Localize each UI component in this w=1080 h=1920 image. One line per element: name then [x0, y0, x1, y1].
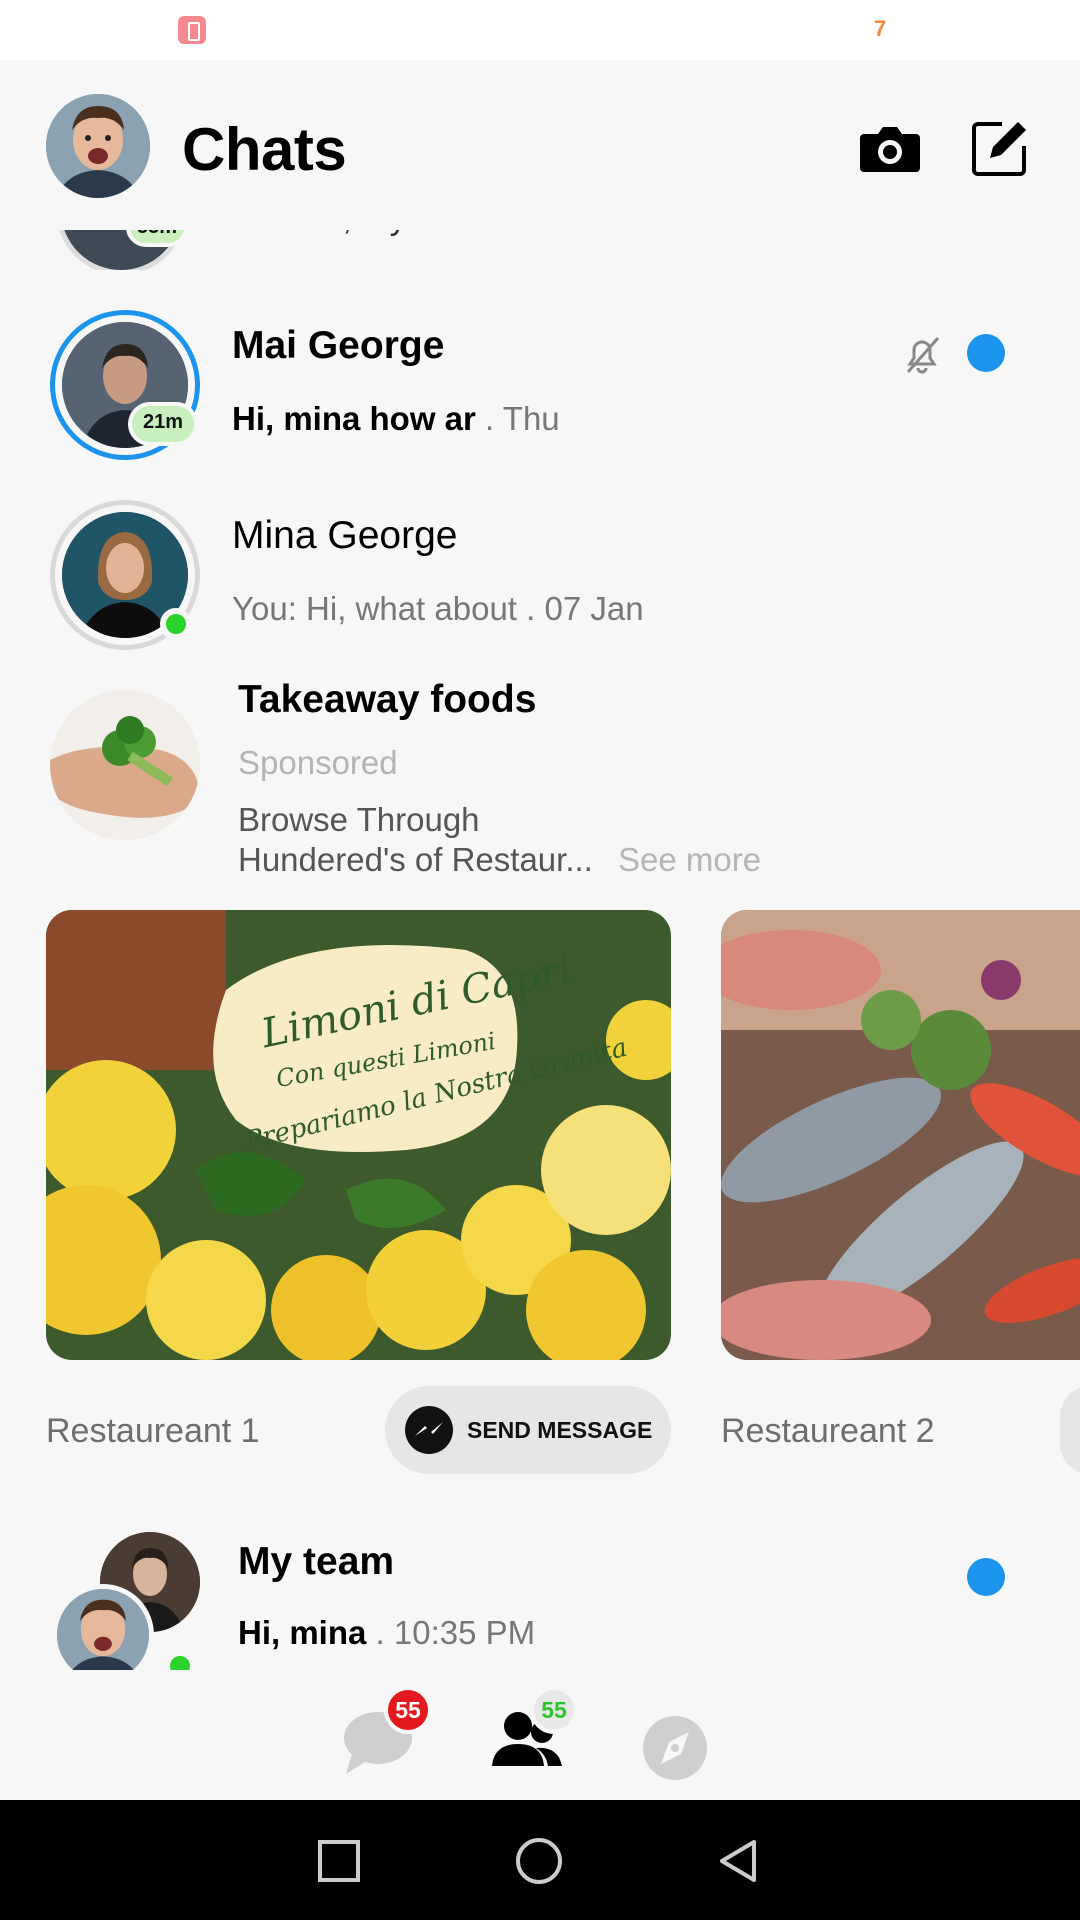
- back-icon[interactable]: [714, 1836, 764, 1886]
- send-message-button[interactable]: SEND MESSAGE: [385, 1386, 671, 1474]
- unread-dot: [967, 1558, 1005, 1596]
- chat-row[interactable]: 21m Mai George Hi, mina how ar . Thu: [0, 300, 1080, 480]
- notification-app-icon: [178, 16, 206, 44]
- system-navigation-bar: [0, 1800, 1080, 1920]
- sponsor-avatar: [50, 690, 200, 840]
- restaurant-card-image[interactable]: [721, 910, 1080, 1360]
- muted-bell-icon: [906, 337, 940, 374]
- nav-people-tab[interactable]: 55: [478, 1686, 578, 1788]
- send-message-label: SEND MESSAGE: [467, 1417, 653, 1443]
- nav-discover-tab[interactable]: [625, 1688, 725, 1788]
- unread-count-badge: 55: [384, 1686, 432, 1734]
- chat-row[interactable]: Mina George You: Hi, what about . 07 Jan: [0, 490, 1080, 660]
- online-indicator: [160, 608, 192, 640]
- restaurant-card-image[interactable]: Limoni di Capri Con questi Limoni Prepar…: [46, 910, 671, 1360]
- sponsor-name: Takeaway foods: [238, 678, 537, 721]
- sponsor-description-text: Hundered's of Restaur...: [238, 841, 593, 878]
- bottom-navigation: 55 55: [0, 1670, 1080, 1800]
- status-notification-count: 7: [874, 16, 887, 41]
- sponsor-description-line: Hundered's of Restaur... See more: [238, 840, 761, 880]
- chat-preview: You: Hi, what about: [232, 590, 517, 627]
- camera-icon: [860, 127, 920, 172]
- send-message-button[interactable]: [1060, 1386, 1080, 1474]
- sponsor-description: Browse Through Hundered's of Restaur... …: [238, 800, 761, 880]
- restaurant-name: Restaureant 2: [721, 1412, 935, 1450]
- chat-name: Mina George: [232, 514, 458, 557]
- page-title: Chats: [182, 116, 347, 183]
- online-indicator: [164, 1650, 196, 1670]
- sponsored-row[interactable]: Takeaway foods Sponsored Browse Through …: [0, 670, 1080, 890]
- home-icon[interactable]: [514, 1836, 564, 1886]
- chat-row[interactable]: My team Hi, mina . 10:35 PM: [0, 1520, 1080, 1670]
- active-time-badge: 21m: [128, 402, 198, 446]
- recents-icon[interactable]: [314, 1836, 364, 1886]
- chat-preview-line: Hi, mina . 10:35 PM: [238, 1614, 535, 1652]
- chat-preview: Hi, mina: [238, 1614, 367, 1651]
- compose-icon: [972, 122, 1026, 176]
- chat-name: Mai George: [232, 324, 445, 367]
- nav-chats-tab[interactable]: 55: [328, 1686, 432, 1788]
- chat-time: . Thu: [485, 400, 560, 437]
- chat-preview-line: Hi, mina how ar . Thu: [232, 400, 560, 438]
- chat-preview: Hi, mina how ar: [232, 400, 476, 437]
- profile-avatar[interactable]: [46, 94, 150, 198]
- compose-button[interactable]: [968, 116, 1032, 180]
- chat-time: . 07 Jan: [526, 590, 644, 627]
- chat-preview-line: You: Hi, what about . 07 Jan: [232, 590, 644, 628]
- camera-button[interactable]: [858, 116, 922, 180]
- compass-icon: [643, 1716, 707, 1780]
- status-bar: 7: [0, 0, 1080, 60]
- messenger-icon: [405, 1406, 453, 1454]
- see-more-link[interactable]: See more: [618, 841, 761, 878]
- chat-name: My team: [238, 1540, 395, 1583]
- active-people-badge: 55: [530, 1686, 578, 1734]
- header: Chats: [0, 60, 1080, 230]
- chat-time: . 10:35 PM: [375, 1614, 536, 1651]
- unread-dot: [967, 334, 1005, 372]
- sponsored-label: Sponsored: [238, 744, 398, 781]
- sponsor-description-line: Browse Through: [238, 801, 480, 838]
- restaurant-name: Restaureant 1: [46, 1412, 260, 1450]
